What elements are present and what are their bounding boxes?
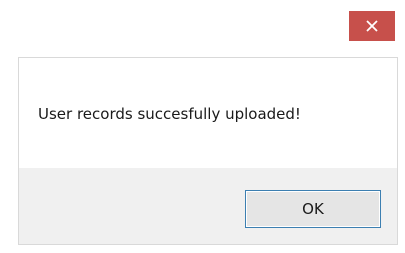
close-icon <box>366 20 378 32</box>
title-bar <box>0 0 405 52</box>
dialog-body: User records succesfully uploaded! OK <box>18 57 398 245</box>
message-area: User records succesfully uploaded! <box>19 58 397 168</box>
ok-button[interactable]: OK <box>245 190 381 228</box>
button-bar: OK <box>19 168 397 244</box>
close-button[interactable] <box>349 11 395 41</box>
message-box-window: User records succesfully uploaded! OK <box>0 0 405 253</box>
message-text: User records succesfully uploaded! <box>38 105 301 123</box>
